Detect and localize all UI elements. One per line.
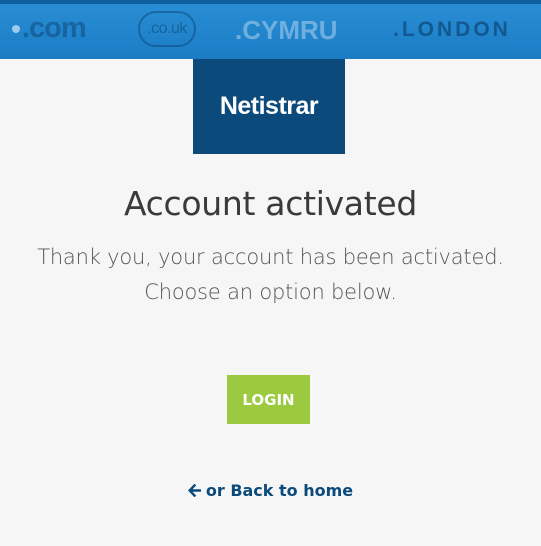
tld-london-label: .LONDON bbox=[393, 18, 511, 41]
banner-top-edge bbox=[0, 0, 541, 4]
tld-com-label: .com bbox=[22, 12, 87, 44]
tld-cymru-badge: .CYMRU bbox=[235, 15, 338, 46]
back-to-home-link[interactable]: or Back to home bbox=[0, 481, 541, 500]
arrow-left-icon bbox=[187, 481, 202, 500]
tld-com-badge: .com bbox=[12, 12, 87, 45]
tld-banner: .com .co.uk .CYMRU .LONDON bbox=[0, 0, 541, 59]
page: .com .co.uk .CYMRU .LONDON Netistrar Acc… bbox=[0, 0, 541, 546]
activation-message: Thank you, your account has been activat… bbox=[0, 240, 541, 310]
tld-dot-icon bbox=[12, 25, 20, 34]
tld-couk-badge: .co.uk bbox=[138, 11, 196, 47]
login-button[interactable]: LOGIN bbox=[227, 375, 310, 424]
tld-london-badge: .LONDON bbox=[393, 18, 511, 42]
message-line-2: Choose an option below. bbox=[144, 280, 397, 304]
netistrar-logo[interactable]: Netistrar bbox=[193, 59, 345, 154]
page-title: Account activated bbox=[123, 184, 418, 223]
message-line-1: Thank you, your account has been activat… bbox=[37, 245, 504, 269]
tld-cymru-label: .CYMRU bbox=[235, 15, 338, 45]
tld-couk-label: .co.uk bbox=[147, 20, 187, 37]
back-link-label: or Back to home bbox=[205, 481, 354, 500]
logo-text: Netistrar bbox=[219, 92, 319, 120]
